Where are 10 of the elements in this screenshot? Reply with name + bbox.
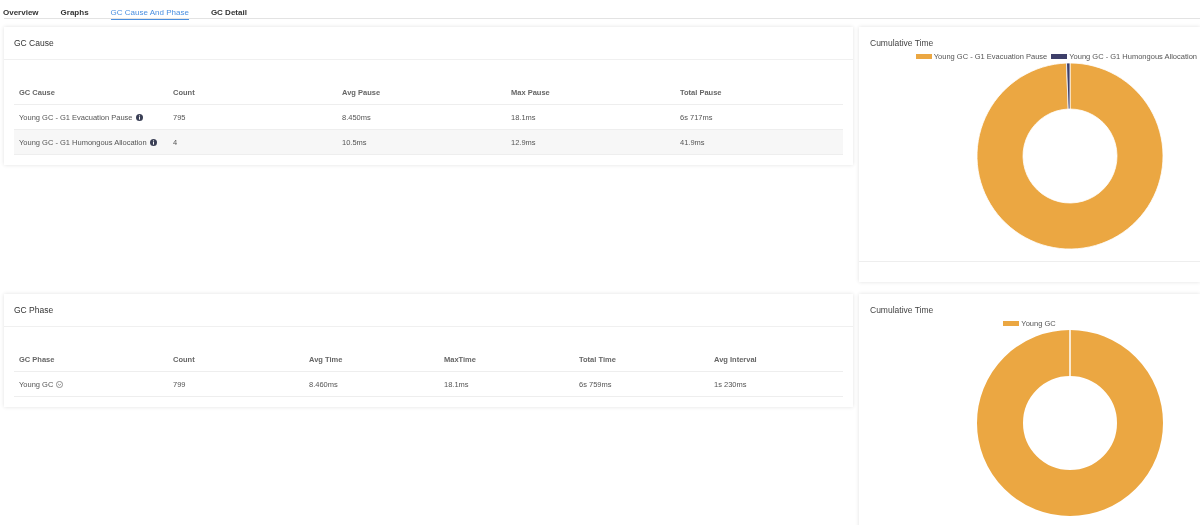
chart-title: Cumulative Time [870,38,934,48]
tab[interactable]: Graphs [60,0,89,20]
card-title: GC Phase [14,305,54,315]
chart-title: Cumulative Time [870,305,934,315]
info-icon[interactable] [149,138,157,146]
tab[interactable]: GC Detail [210,0,247,20]
info-icon[interactable] [135,113,143,121]
tab[interactable]: Overview [3,0,39,20]
tab[interactable]: GC Cause And Phase [110,0,189,20]
card-title: GC Cause [14,38,54,48]
